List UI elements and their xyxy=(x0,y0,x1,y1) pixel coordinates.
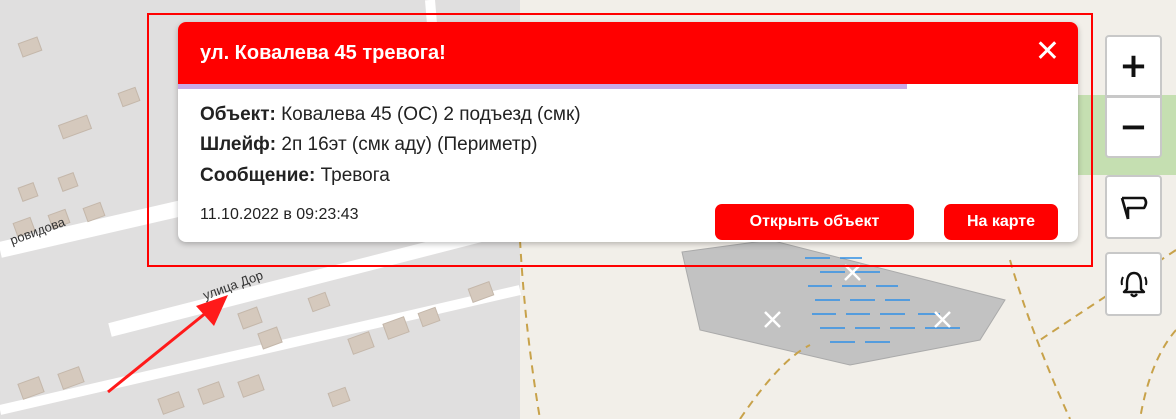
alarm-toast: ул. Ковалева 45 тревога! ✕ Объект: Ковал… xyxy=(178,22,1078,242)
message-label: Сообщение: xyxy=(200,165,316,186)
close-icon[interactable]: ✕ xyxy=(1035,34,1060,70)
show-on-map-button[interactable]: На карте xyxy=(944,204,1058,240)
object-label: Объект: xyxy=(200,104,276,125)
loop-label: Шлейф: xyxy=(200,134,277,155)
flag-icon xyxy=(1120,196,1147,220)
flag-button[interactable] xyxy=(1105,175,1162,239)
loop-value: 2п 16эт (смк аду) (Периметр) xyxy=(281,134,538,155)
loop-row: Шлейф: 2п 16эт (смк аду) (Периметр) xyxy=(200,134,538,156)
plus-icon: + xyxy=(1119,46,1148,86)
message-value: Тревога xyxy=(320,165,390,186)
zoom-in-button[interactable]: + xyxy=(1105,35,1162,97)
zoom-out-button[interactable]: − xyxy=(1105,96,1162,158)
auto-close-progress xyxy=(178,84,907,89)
alarm-bell-button[interactable] xyxy=(1105,252,1162,316)
object-value: Ковалева 45 (ОС) 2 подъезд (смк) xyxy=(281,104,581,125)
minus-icon: − xyxy=(1119,107,1148,147)
object-row: Объект: Ковалева 45 (ОС) 2 подъезд (смк) xyxy=(200,104,581,126)
bell-icon xyxy=(1120,271,1147,298)
alarm-timestamp: 11.10.2022 в 09:23:43 xyxy=(200,206,359,223)
message-row: Сообщение: Тревога xyxy=(200,165,390,187)
toast-header: ул. Ковалева 45 тревога! ✕ xyxy=(178,22,1078,84)
toast-title: ул. Ковалева 45 тревога! xyxy=(200,42,446,64)
open-object-button[interactable]: Открыть объект xyxy=(715,204,914,240)
